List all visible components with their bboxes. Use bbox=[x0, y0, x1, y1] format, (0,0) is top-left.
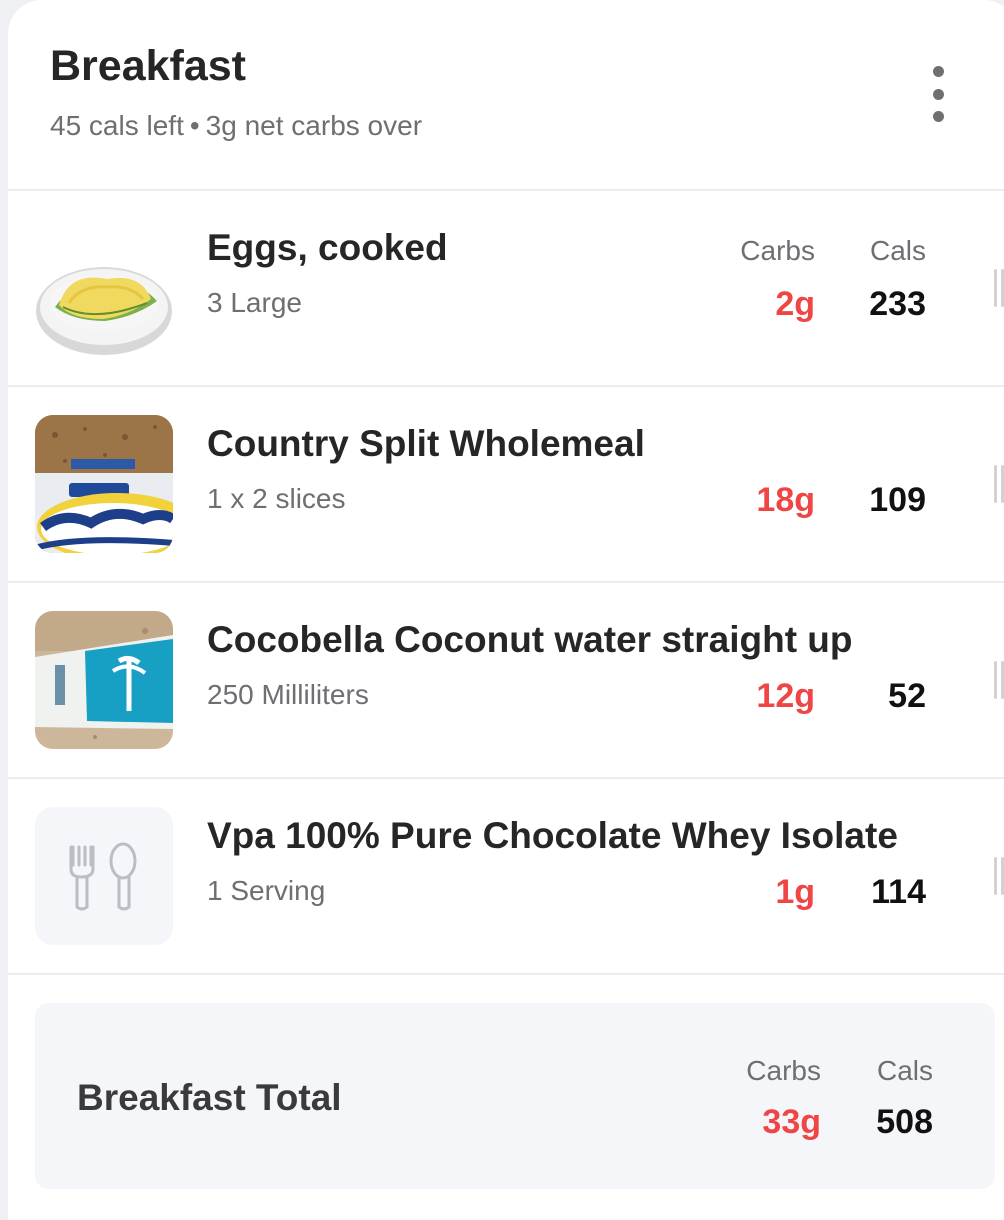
food-cals: 233 bbox=[869, 285, 926, 323]
divider bbox=[8, 973, 1004, 975]
meal-title: Breakfast bbox=[50, 42, 246, 90]
food-serving: 3 Large bbox=[207, 287, 302, 318]
more-options-icon[interactable] bbox=[920, 66, 956, 122]
cals-left: 45 cals left bbox=[50, 110, 184, 141]
fork-spoon-icon bbox=[35, 807, 173, 945]
food-serving: 1 Serving bbox=[207, 875, 326, 906]
food-carbs: 12g bbox=[756, 677, 815, 715]
carbs-header: Carbs bbox=[740, 235, 815, 266]
meal-card: Breakfast 45 cals left • 3g net carbs over… bbox=[8, 0, 1004, 1220]
drag-handle-icon[interactable] bbox=[994, 661, 1004, 699]
food-name: Cocobella Coconut water straight up bbox=[207, 619, 853, 660]
food-carbs: 2g bbox=[775, 285, 815, 323]
drag-handle-icon[interactable] bbox=[994, 269, 1004, 307]
food-serving: 1 x 2 slices bbox=[207, 483, 346, 514]
food-name: Eggs, cooked bbox=[207, 227, 448, 268]
meal-summary: 45 cals left • 3g net carbs over bbox=[50, 110, 422, 142]
food-carbs: 18g bbox=[756, 481, 815, 519]
carbs-header: Carbs bbox=[746, 1055, 821, 1086]
list-item-bread[interactable]: Country Split Wholemeal 1 x 2 slices 18g… bbox=[8, 387, 1004, 581]
list-item-whey-isolate[interactable]: Vpa 100% Pure Chocolate Whey Isolate 1 S… bbox=[8, 779, 1004, 973]
meal-header: Breakfast 45 cals left • 3g net carbs over bbox=[8, 0, 1004, 190]
meal-total: Breakfast Total Carbs Cals 33g 508 bbox=[35, 1003, 995, 1189]
cals-header: Cals bbox=[876, 1055, 933, 1086]
food-serving: 250 Milliliters bbox=[207, 679, 369, 710]
carbs-status: 3g net carbs over bbox=[205, 110, 423, 141]
separator: • bbox=[189, 110, 200, 141]
total-cals: 508 bbox=[876, 1103, 933, 1141]
list-item-eggs[interactable]: Eggs, cooked 3 Large Carbs Cals 2g 233 bbox=[8, 191, 1004, 385]
food-name: Country Split Wholemeal bbox=[207, 423, 645, 464]
cals-header: Cals bbox=[869, 235, 926, 266]
coconut-water-photo bbox=[35, 611, 173, 749]
drag-handle-icon[interactable] bbox=[994, 857, 1004, 895]
drag-handle-icon[interactable] bbox=[994, 465, 1004, 503]
eggs-photo bbox=[35, 219, 173, 357]
food-cals: 52 bbox=[888, 677, 926, 715]
food-cals: 114 bbox=[871, 873, 926, 911]
total-carbs: 33g bbox=[762, 1103, 821, 1141]
food-carbs: 1g bbox=[775, 873, 815, 911]
bread-photo bbox=[35, 415, 173, 553]
food-cals: 109 bbox=[869, 481, 926, 519]
food-name: Vpa 100% Pure Chocolate Whey Isolate bbox=[207, 815, 898, 856]
list-item-coconut-water[interactable]: Cocobella Coconut water straight up 250 … bbox=[8, 583, 1004, 777]
total-label: Breakfast Total bbox=[77, 1077, 342, 1118]
